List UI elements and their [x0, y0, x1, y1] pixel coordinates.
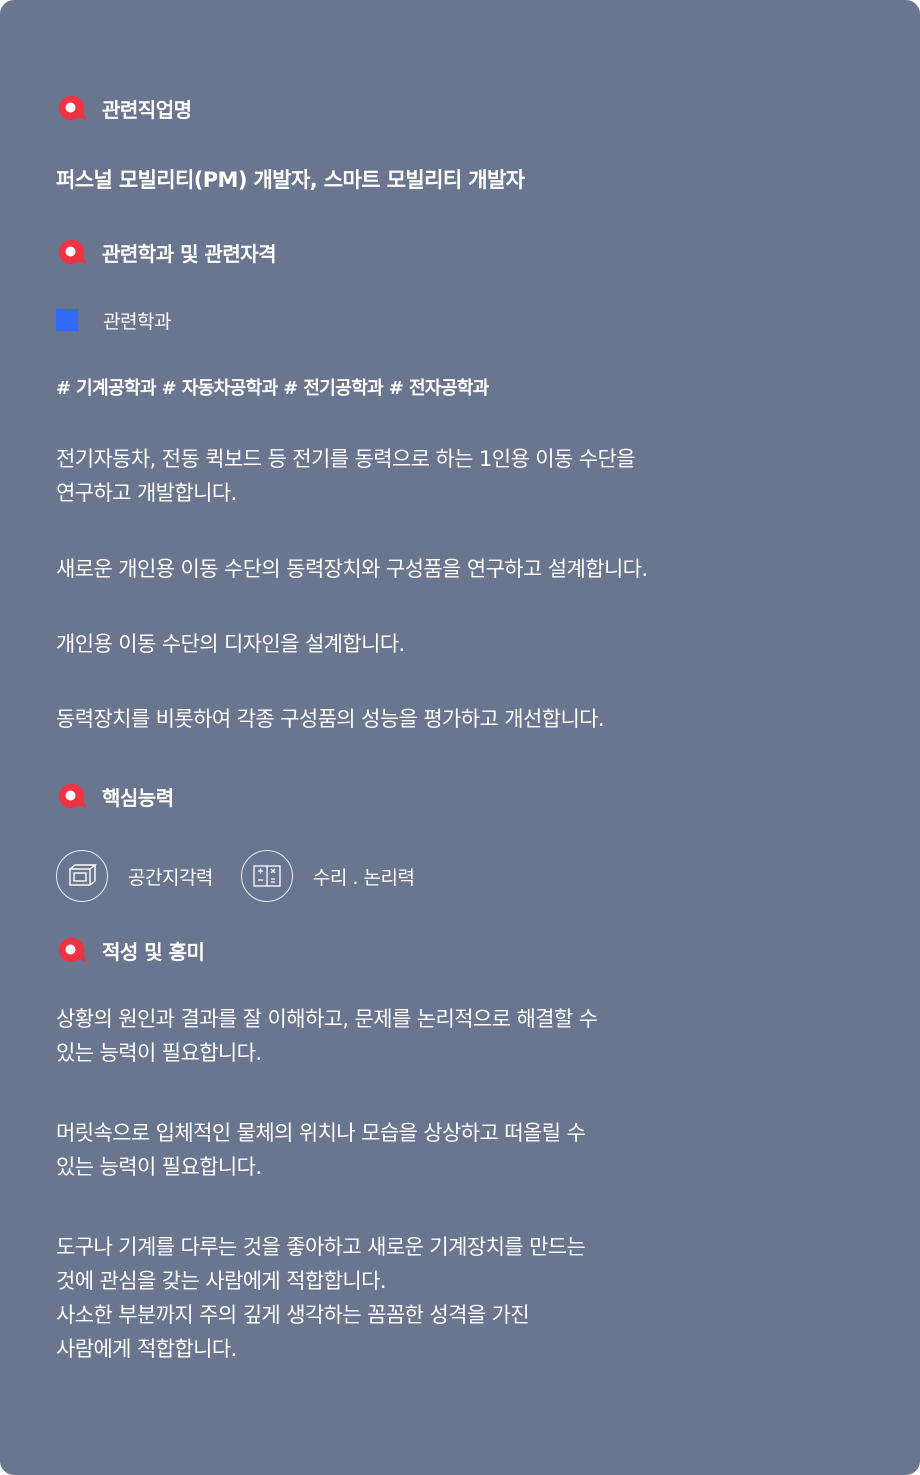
section-title: 적성 및 흥미 [102, 939, 205, 964]
ability-label: 공간지각력 [128, 866, 213, 889]
search-bubble-icon [56, 238, 88, 266]
description-paragraph: 동력장치를 비롯하여 각종 구성품의 성능을 평가하고 개선합니다. [56, 707, 605, 731]
description-paragraph: 새로운 개인용 이동 수단의 동력장치와 구성품을 연구하고 설계합니다. [56, 557, 648, 581]
ability-math-logic: 수리 . 논리력 [240, 850, 415, 902]
bullet-square-icon [56, 309, 78, 331]
search-bubble-icon [56, 782, 88, 810]
section-title: 관련직업명 [102, 97, 192, 122]
ability-spatial: 공간지각력 [56, 850, 213, 902]
job-info-card: 관련직업명 퍼스널 모빌리티(PM) 개발자, 스마트 모빌리티 개발자 관련학… [0, 0, 920, 1475]
related-jobs-value: 퍼스널 모빌리티(PM) 개발자, 스마트 모빌리티 개발자 [56, 168, 525, 192]
aptitude-paragraph: 상황의 원인과 결과를 잘 이해하고, 문제를 논리적으로 해결할 수 있는 능… [56, 1007, 598, 1065]
aptitude-heading: 적성 및 흥미 [56, 932, 864, 968]
related-majors-subhead: 관련학과 [56, 306, 864, 334]
search-bubble-icon [56, 94, 88, 122]
math-logic-icon [240, 850, 293, 902]
section-title: 핵심능력 [102, 785, 174, 810]
majors-certs-heading: 관련학과 및 관련자격 [56, 234, 864, 270]
aptitude-paragraph: 도구나 기계를 다루는 것을 좋아하고 새로운 기계장치를 만드는 것에 관심을… [56, 1235, 586, 1361]
search-bubble-icon [56, 936, 88, 964]
description-paragraph: 개인용 이동 수단의 디자인을 설계합니다. [56, 632, 405, 656]
subhead-label: 관련학과 [103, 310, 171, 333]
section-title: 관련학과 및 관련자격 [102, 241, 277, 266]
related-jobs-heading: 관련직업명 [56, 90, 864, 126]
description-paragraph: 전기자동차, 전동 퀵보드 등 전기를 동력으로 하는 1인용 이동 수단을 연… [56, 447, 636, 505]
ability-label: 수리 . 논리력 [312, 866, 415, 889]
aptitude-paragraph: 머릿속으로 입체적인 물체의 위치나 모습을 상상하고 떠올릴 수 있는 능력이… [56, 1121, 586, 1179]
spatial-box-icon [56, 850, 108, 902]
core-abilities-heading: 핵심능력 [56, 778, 864, 814]
major-tags: # 기계공학과 # 자동차공학과 # 전기공학과 # 전자공학과 [56, 378, 489, 399]
abilities-list: 공간지각력 수리 . 논리력 [56, 848, 864, 904]
